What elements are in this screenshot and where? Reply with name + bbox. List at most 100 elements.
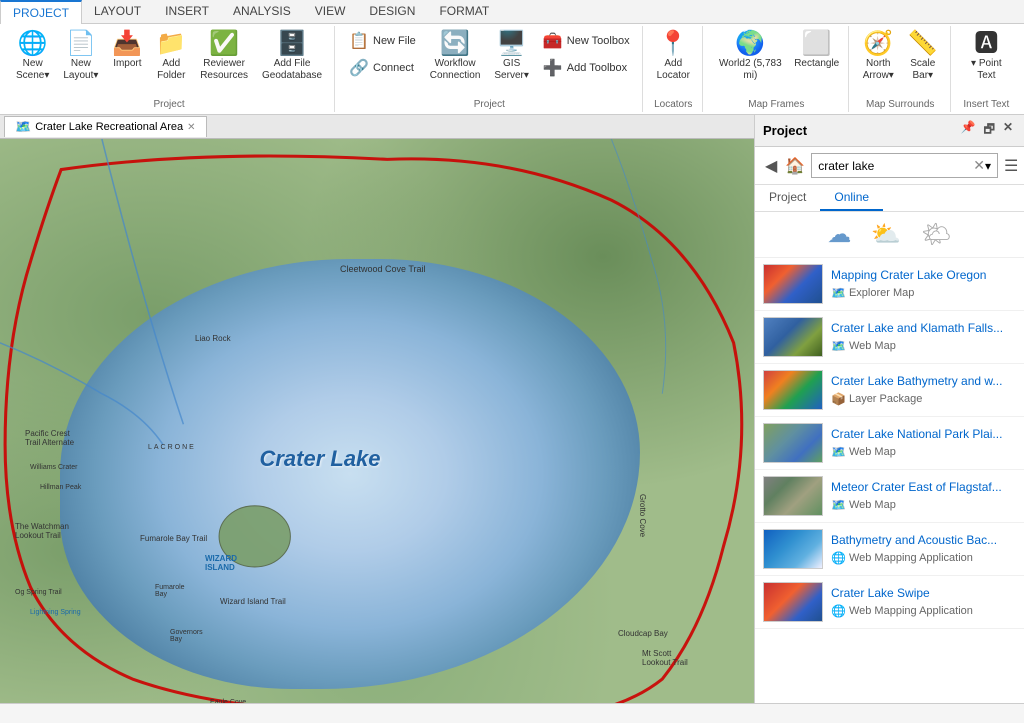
connect-icon: 🔗 [349, 58, 369, 78]
label-fumarole-trail: Fumarole Bay Trail [140, 534, 207, 543]
label-hillman: Hillman Peak [40, 484, 81, 491]
label-watchman: The WatchmanLookout Trail [15, 522, 69, 540]
scale-bar-button[interactable]: 📏 ScaleBar▾ [902, 28, 944, 86]
item-title: Crater Lake Bathymetry and w... [831, 374, 1016, 390]
add-file-geodatabase-button[interactable]: 🗄️ Add FileGeodatabase [256, 28, 328, 86]
ribbon-group-map-frames: 🌍 World2 (5,783 mi) ⬜ Rectangle Map Fram… [705, 26, 849, 112]
ribbon-group-map-surrounds: 🧭 NorthArrow▾ 📏 ScaleBar▾ Map Surrounds [851, 26, 951, 112]
reviewer-icon: ✅ [209, 32, 239, 56]
connect-button[interactable]: 🔗 Connect [343, 55, 422, 81]
item-type: 🗺️ Explorer Map [831, 286, 1016, 300]
item-title: Crater Lake and Klamath Falls... [831, 321, 1016, 337]
map-tab-close[interactable]: ✕ [187, 122, 195, 133]
add-toolbox-icon: ➕ [543, 58, 563, 78]
project-panel: Project 📌 🗗 ✕ ◀ 🏠 ✕ ▾ ☰ Project Online ☁… [754, 115, 1024, 703]
rectangle-button[interactable]: ⬜ Rectangle [792, 28, 842, 74]
panel-search: ◀ 🏠 ✕ ▾ ☰ [755, 147, 1024, 185]
new-scene-button[interactable]: 🌐 NewScene▾ [10, 28, 55, 86]
list-item[interactable]: Meteor Crater East of Flagstaf... 🗺️ Web… [755, 470, 1024, 523]
label-pacific-crest: Pacific CrestTrail Alternate [25, 429, 74, 447]
tab-project[interactable]: Project [755, 185, 820, 211]
item-title: Crater Lake Swipe [831, 586, 1016, 602]
list-item[interactable]: Crater Lake National Park Plai... 🗺️ Web… [755, 417, 1024, 470]
label-wizard-island: WIZARDISLAND [205, 554, 237, 572]
search-dropdown-icon[interactable]: ▾ [985, 159, 991, 173]
status-bar [0, 703, 1024, 723]
workflow-connection-button[interactable]: 🔄 WorkflowConnection [424, 28, 487, 86]
tab-layout[interactable]: LAYOUT [82, 0, 153, 23]
map-tab-crater-lake[interactable]: 🗺️ Crater Lake Recreational Area ✕ [4, 116, 207, 137]
list-item[interactable]: Crater Lake and Klamath Falls... 🗺️ Web … [755, 311, 1024, 364]
label-cloudcap: Cloudcap Bay [618, 629, 668, 638]
list-item[interactable]: Crater Lake Bathymetry and w... 📦 Layer … [755, 364, 1024, 417]
panel-close-button[interactable]: ✕ [1000, 119, 1016, 142]
label-spring: Og Spring Trail [15, 589, 62, 596]
panel-tabs: Project Online [755, 185, 1024, 212]
world2-icon: 🌍 [735, 32, 765, 56]
new-layout-icon: 📄 [66, 32, 96, 56]
reviewer-resources-button[interactable]: ✅ ReviewerResources [194, 28, 254, 86]
gis-server-button[interactable]: 🖥️ GISServer▾ [488, 28, 534, 86]
item-title: Meteor Crater East of Flagstaf... [831, 480, 1016, 496]
panel-home-button[interactable]: 🏠 [783, 154, 807, 178]
new-toolbox-button[interactable]: 🧰 New Toolbox [537, 28, 636, 54]
label-cleetwood: Cleetwood Cove Trail [340, 264, 426, 274]
list-item[interactable]: Mapping Crater Lake Oregon 🗺️ Explorer M… [755, 258, 1024, 311]
item-type: 📦 Layer Package [831, 392, 1016, 406]
list-item[interactable]: Bathymetry and Acoustic Bac... 🌐 Web Map… [755, 523, 1024, 576]
insert-text-label: Insert Text [953, 99, 1020, 110]
map-tab-title: Crater Lake Recreational Area [35, 121, 183, 133]
tab-format[interactable]: FORMAT [427, 0, 501, 23]
map-view[interactable]: Cleetwood Cove Trail Liao Rock Pacific C… [0, 139, 754, 703]
panel-menu-button[interactable]: ☰ [1002, 154, 1020, 178]
map-surrounds-label: Map Surrounds [851, 99, 950, 110]
item-title: Mapping Crater Lake Oregon [831, 268, 1016, 284]
ribbon-group-locator: 📍 AddLocator Locators [645, 26, 703, 112]
layer-type-icon[interactable]: ⛅ [871, 220, 901, 249]
add-locator-icon: 📍 [658, 32, 688, 56]
new-file-button[interactable]: 📋 New File [343, 28, 422, 54]
label-mt-scott: Mt ScottLookout Trail [642, 649, 688, 667]
world2-button[interactable]: 🌍 World2 (5,783 mi) [711, 28, 790, 86]
item-thumbnail [763, 264, 823, 304]
new-toolbox-icon: 🧰 [543, 31, 563, 51]
item-type-icon: 🗺️ [831, 498, 846, 512]
north-arrow-button[interactable]: 🧭 NorthArrow▾ [857, 28, 900, 86]
item-type: 🗺️ Web Map [831, 445, 1016, 459]
label-governors: GovernorsBay [170, 629, 203, 643]
panel-restore-button[interactable]: 🗗 [981, 119, 998, 142]
label-crater-lake-main: Crater Lake [259, 446, 380, 472]
new-layout-button[interactable]: 📄 NewLayout▾ [57, 28, 104, 86]
label-liao: Liao Rock [195, 334, 231, 343]
add-folder-icon: 📁 [156, 32, 186, 56]
new-file-icon: 📋 [349, 31, 369, 51]
connections-group-label: Project [337, 99, 642, 110]
point-text-button[interactable]: 🅰 ▾ Point Text [959, 28, 1014, 86]
item-type-icon: 🗺️ [831, 286, 846, 300]
ribbon-tab-bar: PROJECT LAYOUT INSERT ANALYSIS VIEW DESI… [0, 0, 1024, 24]
tab-insert[interactable]: INSERT [153, 0, 221, 23]
panel-pin-button[interactable]: 📌 [958, 119, 979, 142]
list-item[interactable]: Crater Lake Swipe 🌐 Web Mapping Applicat… [755, 576, 1024, 629]
add-locator-button[interactable]: 📍 AddLocator [651, 28, 696, 86]
add-toolbox-button[interactable]: ➕ Add Toolbox [537, 55, 636, 81]
search-clear-button[interactable]: ✕ [973, 157, 985, 174]
panel-type-icons: ☁ ⛅ 🌤 [755, 212, 1024, 258]
map-tab-icon: 🗺️ [15, 119, 31, 135]
tab-analysis[interactable]: ANALYSIS [221, 0, 303, 23]
tab-view[interactable]: VIEW [303, 0, 358, 23]
tab-design[interactable]: DESIGN [357, 0, 427, 23]
add-folder-button[interactable]: 📁 AddFolder [150, 28, 192, 86]
map-container: 🗺️ Crater Lake Recreational Area ✕ Cle [0, 115, 754, 703]
search-input[interactable] [818, 159, 973, 173]
label-lacrone: LACRONE [148, 444, 196, 451]
workflow-icon: 🔄 [440, 32, 470, 56]
app-type-icon[interactable]: 🌤 [921, 220, 951, 249]
map-frames-label: Map Frames [705, 99, 848, 110]
import-button[interactable]: 📥 Import [106, 28, 148, 74]
map-type-icon[interactable]: ☁ [827, 220, 851, 249]
panel-back-button[interactable]: ◀ [763, 154, 779, 178]
item-thumbnail [763, 582, 823, 622]
tab-online[interactable]: Online [820, 185, 883, 211]
tab-project[interactable]: PROJECT [0, 0, 82, 24]
